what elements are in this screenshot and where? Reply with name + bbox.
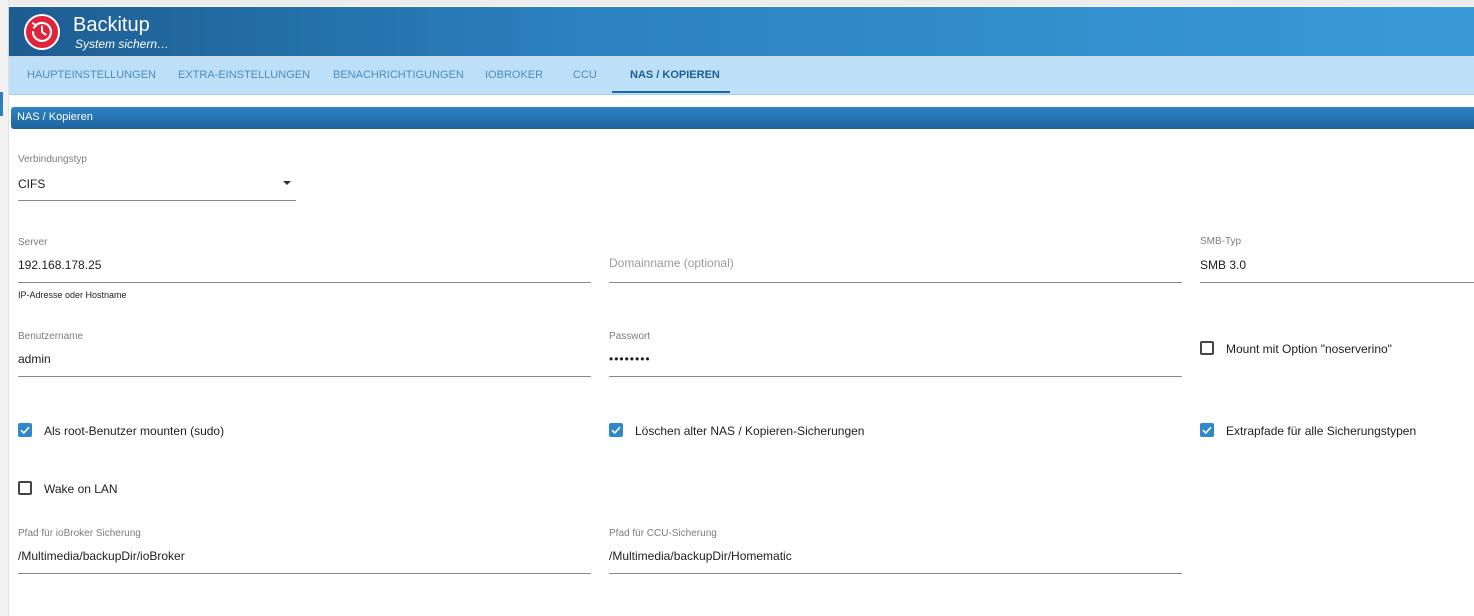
ccu-path-label: Pfad für CCU-Sicherung bbox=[609, 528, 717, 539]
domain-underline bbox=[609, 282, 1182, 283]
ccu-path-input[interactable]: /Multimedia/backupDir/Homematic bbox=[609, 543, 1182, 574]
username-label: Benutzername bbox=[18, 331, 84, 342]
checkbox-unchecked-icon bbox=[1200, 341, 1214, 355]
noserverino-checkbox[interactable]: Mount mit Option "noserverino" bbox=[1200, 340, 1460, 358]
section-header: NAS / Kopieren bbox=[11, 107, 1474, 129]
left-edge-panel bbox=[0, 0, 9, 616]
checkmark-icon bbox=[18, 423, 32, 437]
delete-old-label: Löschen alter NAS / Kopieren-Sicherungen bbox=[635, 424, 865, 438]
active-tab-indicator bbox=[612, 91, 730, 93]
username-underline bbox=[18, 376, 591, 377]
password-underline bbox=[609, 376, 1182, 377]
server-helper-text: IP-Adresse oder Hostname bbox=[18, 290, 127, 300]
backup-clock-icon bbox=[24, 14, 60, 50]
wake-on-lan-checkbox[interactable]: Wake on LAN bbox=[18, 480, 218, 498]
left-edge-marker bbox=[0, 92, 3, 116]
server-input[interactable]: 192.168.178.25 bbox=[18, 252, 591, 283]
iobroker-path-underline bbox=[18, 573, 591, 574]
sudo-checkbox[interactable]: Als root-Benutzer mounten (sudo) bbox=[18, 422, 318, 440]
app-subtitle: System sichern… bbox=[75, 37, 170, 51]
tab-nas-kopieren[interactable]: NAS / KOPIEREN bbox=[630, 57, 720, 94]
password-value: •••••••• bbox=[609, 352, 651, 366]
app-header: Backitup System sichern… bbox=[9, 7, 1474, 56]
password-input[interactable]: •••••••• bbox=[609, 346, 1182, 377]
checkmark-icon bbox=[1200, 423, 1214, 437]
checkbox-unchecked-icon bbox=[18, 481, 32, 495]
server-label: Server bbox=[18, 237, 48, 248]
smb-type-underline bbox=[1200, 282, 1474, 283]
smb-type-select[interactable]: SMB 3.0 bbox=[1200, 252, 1474, 283]
smb-type-label: SMB-Typ bbox=[1200, 236, 1242, 247]
password-label: Passwort bbox=[609, 331, 651, 342]
connection-type-select[interactable]: CIFS bbox=[18, 170, 296, 201]
tab-extra-einstellungen[interactable]: EXTRA-EINSTELLUNGEN bbox=[178, 57, 310, 94]
server-underline bbox=[18, 282, 591, 283]
wake-on-lan-label: Wake on LAN bbox=[44, 482, 118, 496]
noserverino-label: Mount mit Option "noserverino" bbox=[1226, 342, 1392, 356]
smb-type-value: SMB 3.0 bbox=[1200, 258, 1247, 272]
tab-haupteinstellungen[interactable]: HAUPTEINSTELLUNGEN bbox=[27, 57, 156, 94]
iobroker-path-label: Pfad für ioBroker Sicherung bbox=[18, 528, 141, 539]
ccu-path-value: /Multimedia/backupDir/Homematic bbox=[609, 549, 792, 563]
dropdown-arrow-icon bbox=[283, 181, 291, 185]
section-title: NAS / Kopieren bbox=[17, 111, 93, 123]
extra-paths-checkbox[interactable]: Extrapfade für alle Sicherungstypen bbox=[1200, 422, 1460, 440]
connection-type-underline bbox=[18, 200, 296, 201]
extra-paths-label: Extrapfade für alle Sicherungstypen bbox=[1226, 424, 1417, 438]
tab-benachrichtigungen[interactable]: BENACHRICHTIGUNGEN bbox=[333, 57, 464, 94]
connection-type-value: CIFS bbox=[18, 177, 46, 191]
server-value: 192.168.178.25 bbox=[18, 258, 102, 272]
tab-iobroker[interactable]: IOBROKER bbox=[485, 57, 543, 94]
sudo-label: Als root-Benutzer mounten (sudo) bbox=[44, 424, 225, 438]
iobroker-path-input[interactable]: /Multimedia/backupDir/ioBroker bbox=[18, 543, 591, 574]
ccu-path-underline bbox=[609, 573, 1182, 574]
tab-bar: HAUPTEINSTELLUNGEN EXTRA-EINSTELLUNGEN B… bbox=[9, 57, 1474, 95]
domain-input[interactable]: Domainname (optional) bbox=[609, 252, 1182, 283]
app-title: Backitup bbox=[73, 14, 150, 36]
username-input[interactable]: admin bbox=[18, 346, 591, 377]
iobroker-path-value: /Multimedia/backupDir/ioBroker bbox=[18, 549, 185, 563]
domain-placeholder: Domainname (optional) bbox=[609, 256, 734, 270]
username-value: admin bbox=[18, 352, 51, 366]
delete-old-checkbox[interactable]: Löschen alter NAS / Kopieren-Sicherungen bbox=[609, 422, 969, 440]
connection-type-label: Verbindungstyp bbox=[18, 154, 87, 165]
tab-ccu[interactable]: CCU bbox=[573, 57, 597, 94]
window-top-border bbox=[0, 0, 1474, 6]
checkmark-icon bbox=[609, 423, 623, 437]
